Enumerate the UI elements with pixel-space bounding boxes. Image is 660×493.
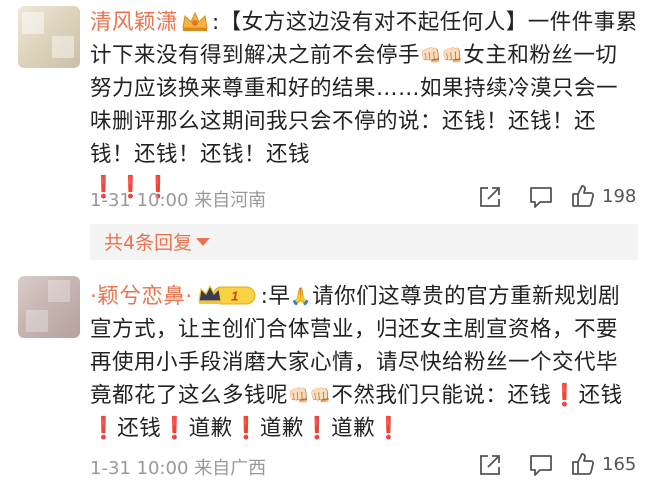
share-icon — [480, 455, 500, 475]
level-badge-number: 1 — [231, 289, 239, 304]
share-button[interactable] — [477, 184, 503, 210]
comment-item: 清风颖潇:【女方这边没有对不起任何人】一件件事累计下来没有得到解决之前不会停手👊… — [0, 0, 660, 260]
comment-text: 还钱 — [117, 416, 162, 441]
comment-text: 道歉 — [188, 416, 233, 441]
comment-text: 道歉 — [331, 416, 376, 441]
username[interactable]: 清风颖潇 — [90, 10, 178, 35]
replies-box: 共4条回复 — [90, 224, 638, 260]
comment-button[interactable] — [528, 184, 554, 210]
comment-text: 还钱 — [578, 383, 623, 408]
thumbs-up-icon — [572, 185, 595, 207]
crown-badge-icon[interactable] — [180, 9, 210, 31]
exclamation-icon: ❗ — [303, 416, 332, 441]
pray-emoji-icon: 🙏 — [290, 287, 313, 307]
view-replies-link[interactable]: 共4条回复 — [104, 228, 211, 255]
caret-down-icon — [196, 238, 211, 246]
level-badge-icon[interactable]: 1 — [197, 283, 257, 307]
comment-text: :早 — [260, 284, 291, 309]
comment-text: 道歉 — [259, 416, 304, 441]
comment-content: ·颖兮恋鼻· 1:早🙏请你们这尊贵的官方重新规划剧宣方式，让主创们合体营业，归还女… — [90, 280, 638, 445]
comment-date: 1-31 10:00 — [90, 190, 189, 211]
exclamation-icon: ❗ — [90, 416, 118, 441]
comment-location: 来自广西 — [194, 458, 267, 479]
comment-icon — [530, 187, 552, 208]
comment-meta: 1-31 10:00 来自河南 — [90, 186, 266, 212]
exclamation-icon: ❗ — [232, 416, 260, 441]
like-button[interactable]: 198 — [570, 183, 636, 209]
username[interactable]: ·颖兮恋鼻· — [90, 284, 193, 309]
avatar[interactable] — [18, 6, 80, 68]
comment-icon — [530, 455, 552, 476]
exclamation-icon: ❗ — [375, 416, 403, 441]
like-button[interactable]: 165 — [570, 451, 636, 477]
exclamation-icon: ❗ — [161, 416, 189, 441]
share-button[interactable] — [477, 452, 503, 478]
comment-text: 不然我们只能说：还钱 — [331, 383, 552, 408]
thumbs-up-icon — [572, 453, 595, 475]
comment-date: 1-31 10:00 — [90, 458, 189, 479]
like-count: 198 — [602, 185, 637, 207]
fist-emoji-icon: 👊🏻👊🏻 — [420, 46, 464, 66]
comment-location: 来自河南 — [194, 190, 267, 211]
comment-content: 清风颖潇:【女方这边没有对不起任何人】一件件事累计下来没有得到解决之前不会停手👊… — [90, 6, 638, 204]
fist-emoji-icon: 👊🏻👊🏻 — [288, 386, 332, 406]
avatar[interactable] — [18, 276, 80, 338]
share-icon — [480, 187, 500, 207]
comment-meta: 1-31 10:00 来自广西 — [90, 454, 266, 480]
comment-button[interactable] — [528, 452, 554, 478]
exclamation-icon: ❗ — [551, 383, 579, 408]
like-count: 165 — [602, 453, 637, 475]
